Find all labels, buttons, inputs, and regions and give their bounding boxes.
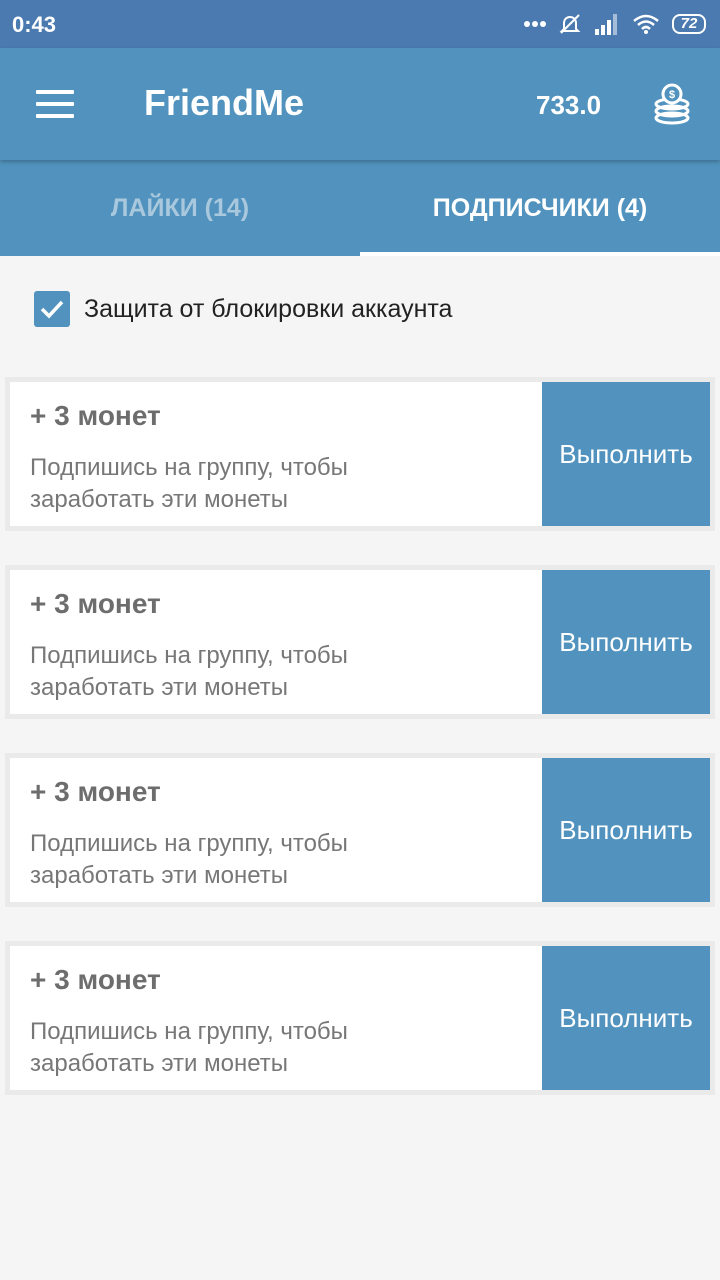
task-reward: + 3 монет bbox=[30, 400, 161, 431]
hamburger-menu-icon[interactable] bbox=[36, 86, 76, 122]
status-bar: 0:43 72 bbox=[0, 0, 720, 48]
coin-balance: 733.0 bbox=[536, 90, 602, 120]
task-description: Подпишись на группу, чтобы заработать эт… bbox=[30, 454, 348, 513]
complete-task-button[interactable]: Выполнить bbox=[542, 382, 710, 526]
task-reward: + 3 монет bbox=[30, 588, 161, 619]
tab-likes[interactable]: ЛАЙКИ (14) bbox=[0, 160, 360, 256]
protection-label: Защита от блокировки аккаунта bbox=[84, 294, 453, 323]
alarm-off-icon bbox=[559, 14, 581, 34]
more-dots-icon bbox=[524, 21, 546, 27]
app-bar: FriendMe 733.0 $ bbox=[0, 48, 720, 160]
svg-text:$: $ bbox=[669, 89, 675, 101]
checkmark-icon bbox=[40, 300, 64, 319]
task-card: + 3 монет Подпишись на группу, чтобы зар… bbox=[10, 758, 710, 902]
task-card: + 3 монет Подпишись на группу, чтобы зар… bbox=[10, 570, 710, 714]
signal-icon bbox=[595, 14, 617, 35]
protection-checkbox[interactable] bbox=[34, 291, 70, 327]
battery-icon: 72 bbox=[672, 14, 706, 34]
status-icons: 72 bbox=[524, 10, 706, 38]
task-card: + 3 монет Подпишись на группу, чтобы зар… bbox=[10, 382, 710, 526]
tab-subscribers[interactable]: ПОДПИСЧИКИ (4) bbox=[360, 160, 720, 256]
task-card: + 3 монет Подпишись на группу, чтобы зар… bbox=[10, 946, 710, 1090]
task-description: Подпишись на группу, чтобы заработать эт… bbox=[30, 1018, 348, 1077]
complete-task-button[interactable]: Выполнить bbox=[542, 946, 710, 1090]
status-time: 0:43 bbox=[12, 12, 57, 37]
active-tab-indicator bbox=[360, 252, 720, 256]
account-protection-row[interactable]: Защита от блокировки аккаунта bbox=[34, 290, 452, 328]
app-title: FriendMe bbox=[144, 82, 305, 123]
task-description: Подпишись на группу, чтобы заработать эт… bbox=[30, 642, 348, 701]
complete-task-button[interactable]: Выполнить bbox=[542, 758, 710, 902]
coin-stack-icon[interactable]: $ bbox=[650, 82, 694, 126]
tab-bar: ЛАЙКИ (14) ПОДПИСЧИКИ (4) bbox=[0, 160, 720, 256]
task-description: Подпишись на группу, чтобы заработать эт… bbox=[30, 830, 348, 889]
wifi-icon bbox=[633, 14, 659, 34]
complete-task-button[interactable]: Выполнить bbox=[542, 570, 710, 714]
task-reward: + 3 монет bbox=[30, 776, 161, 807]
task-reward: + 3 монет bbox=[30, 964, 161, 995]
